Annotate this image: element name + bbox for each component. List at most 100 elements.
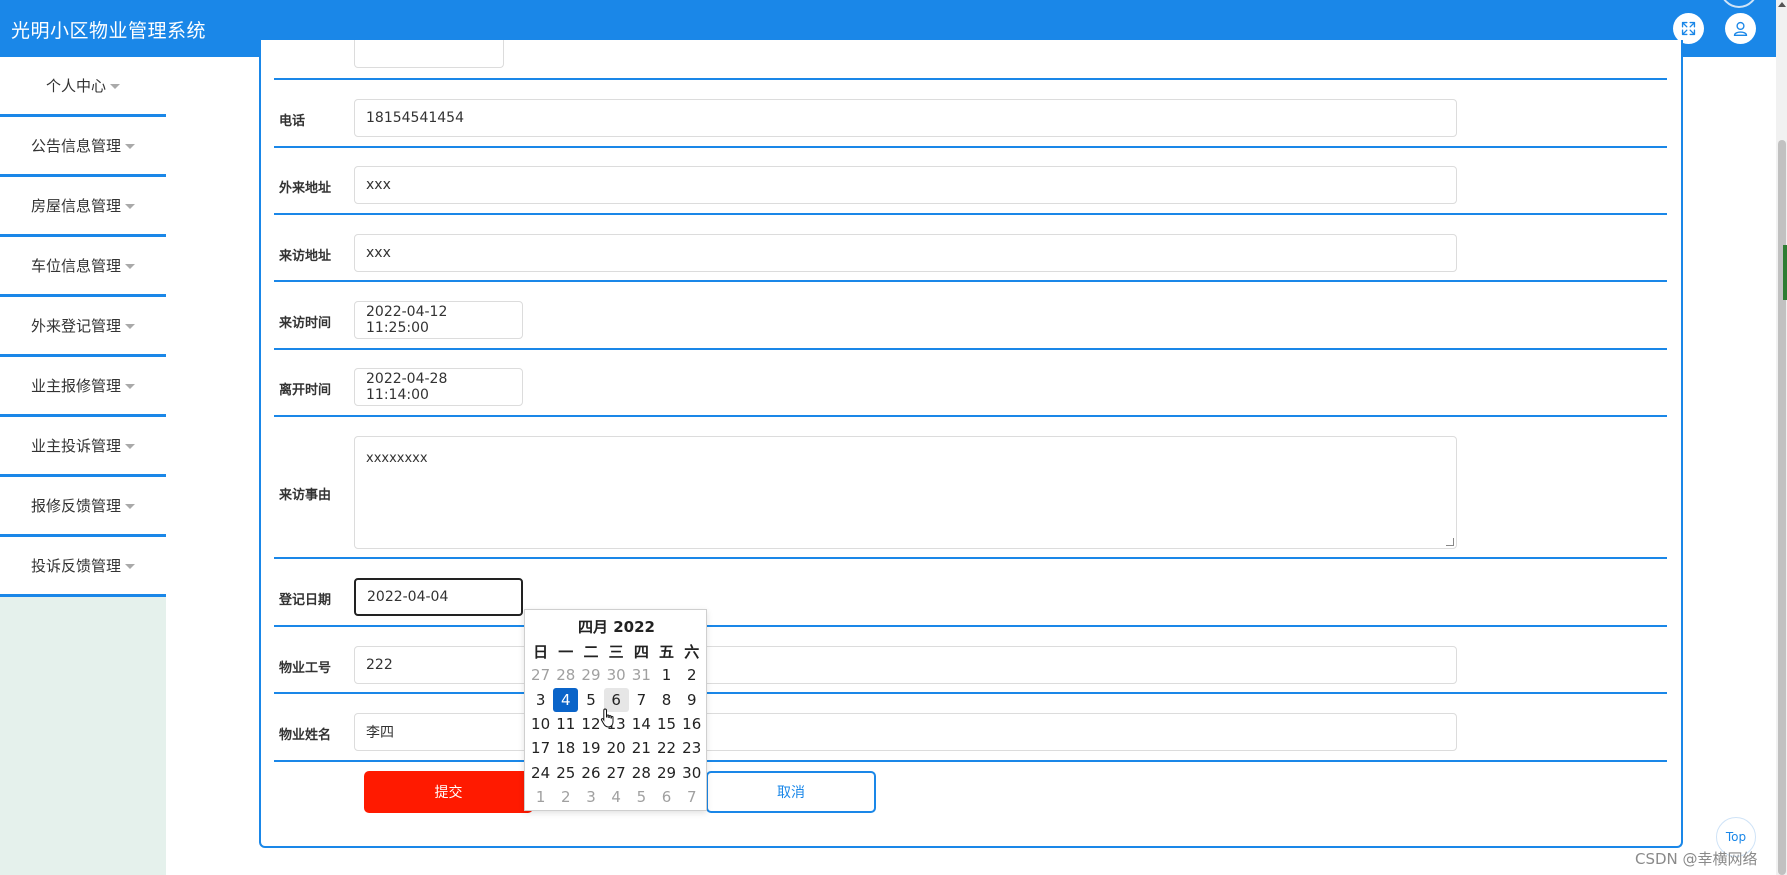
phone-input[interactable]: 18154541454 <box>354 99 1457 137</box>
calendar-day[interactable]: 22 <box>654 736 679 760</box>
row-divider <box>274 280 1667 282</box>
register-date-label: 登记日期 <box>279 593 332 608</box>
register-date-input[interactable]: 2022-04-04 <box>354 578 523 616</box>
avatar[interactable] <box>1720 0 1758 8</box>
staff-name-input[interactable]: 李四 <box>354 713 1457 751</box>
calendar-day[interactable]: 6 <box>654 785 679 809</box>
scroll-up-icon[interactable] <box>1778 2 1786 7</box>
sidebar-item-label: 报修反馈管理 <box>30 497 121 515</box>
visit-reason-label: 来访事由 <box>279 488 332 503</box>
weekday-header: 三 <box>608 642 624 661</box>
expand-icon <box>1681 21 1696 36</box>
sidebar-item-parking[interactable]: 车位信息管理 <box>0 237 166 297</box>
sidebar-item-houses[interactable]: 房屋信息管理 <box>0 177 166 237</box>
calendar-day[interactable]: 7 <box>629 688 654 712</box>
calendar-day[interactable]: 19 <box>578 736 603 760</box>
calendar-day[interactable]: 10 <box>528 712 553 736</box>
calendar-day[interactable]: 8 <box>654 688 679 712</box>
partial-input[interactable] <box>354 40 504 68</box>
hand-cursor-icon <box>600 708 614 728</box>
caret-down-icon <box>125 204 135 209</box>
sidebar-item-label: 个人中心 <box>45 77 106 95</box>
visit-time-input[interactable]: 2022-04-12 11:25:00 <box>354 301 523 339</box>
calendar-grid: 日一二三四五六 27 28 29 30 31 1 2 3 4 5 6 7 8 9 10 11 12 13 14 15 16… <box>528 639 705 809</box>
calendar-day[interactable]: 17 <box>528 736 553 760</box>
visit-reason-textarea[interactable]: xxxxxxxx <box>354 436 1457 549</box>
sidebar-item-complaint-feedback[interactable]: 投诉反馈管理 <box>0 537 166 597</box>
sidebar-item-visitors[interactable]: 外来登记管理 <box>0 297 166 357</box>
row-divider <box>274 625 1667 627</box>
calendar-day[interactable]: 27 <box>528 663 553 687</box>
row-divider <box>274 213 1667 215</box>
caret-down-icon <box>110 84 120 89</box>
visit-reason-text: xxxxxxxx <box>366 451 428 466</box>
weekday-header: 一 <box>558 642 574 661</box>
app-title: 光明小区物业管理系统 <box>11 20 207 42</box>
calendar-day[interactable]: 4 <box>604 785 629 809</box>
calendar-day[interactable]: 15 <box>654 712 679 736</box>
calendar-day[interactable]: 31 <box>629 663 654 687</box>
calendar-day[interactable]: 21 <box>629 736 654 760</box>
calendar-day[interactable]: 2 <box>553 785 578 809</box>
calendar-day[interactable]: 5 <box>629 785 654 809</box>
date-picker-title: 四月 2022 <box>578 618 655 636</box>
calendar-day[interactable]: 29 <box>654 760 679 784</box>
calendar-day[interactable]: 1 <box>654 663 679 687</box>
calendar-day[interactable]: 9 <box>679 688 704 712</box>
calendar-day[interactable]: 20 <box>604 736 629 760</box>
sidebar-item-label: 业主报修管理 <box>30 377 121 395</box>
calendar-day[interactable]: 16 <box>679 712 704 736</box>
row-divider <box>274 692 1667 694</box>
calendar-day[interactable]: 24 <box>528 760 553 784</box>
staff-id-input[interactable]: 222 <box>354 646 1457 684</box>
calendar-day[interactable]: 26 <box>578 760 603 784</box>
calendar-day[interactable]: 28 <box>629 760 654 784</box>
user-button[interactable] <box>1725 13 1756 44</box>
sidebar-item-label: 业主投诉管理 <box>30 437 121 455</box>
leave-time-input[interactable]: 2022-04-28 11:14:00 <box>354 368 523 406</box>
weekday-header: 日 <box>533 642 549 661</box>
row-divider <box>274 348 1667 350</box>
row-divider <box>274 557 1667 559</box>
calendar-day[interactable]: 4 <box>553 687 579 712</box>
calendar-day[interactable]: 25 <box>553 760 578 784</box>
visit-address-input[interactable]: xxx <box>354 234 1457 272</box>
submit-button[interactable]: 提交 <box>364 771 533 813</box>
calendar-day[interactable]: 2 <box>679 663 704 687</box>
calendar-day[interactable]: 30 <box>604 663 629 687</box>
sidebar-item-repair-feedback[interactable]: 报修反馈管理 <box>0 477 166 537</box>
sidebar-item-profile[interactable]: 个人中心 <box>0 57 166 117</box>
calendar-day[interactable]: 27 <box>604 760 629 784</box>
sidebar-item-repairs[interactable]: 业主报修管理 <box>0 357 166 417</box>
sidebar-item-complaints[interactable]: 业主投诉管理 <box>0 417 166 477</box>
calendar-day[interactable]: 3 <box>578 785 603 809</box>
calendar-day[interactable]: 3 <box>528 688 553 712</box>
calendar-day[interactable]: 28 <box>553 663 578 687</box>
visit-address-label: 来访地址 <box>279 249 332 264</box>
visitor-address-input[interactable]: xxx <box>354 166 1457 204</box>
resize-grip-icon[interactable] <box>1446 538 1454 546</box>
row-divider <box>274 146 1667 148</box>
weekday-header: 二 <box>583 642 599 661</box>
row-divider <box>274 760 1667 762</box>
edge-marker <box>1783 245 1787 300</box>
calendar-day[interactable]: 14 <box>629 712 654 736</box>
sidebar-item-label: 外来登记管理 <box>30 317 121 335</box>
caret-down-icon <box>125 504 135 509</box>
caret-down-icon <box>125 144 135 149</box>
sidebar-item-label: 投诉反馈管理 <box>30 557 121 575</box>
sidebar-item-notices[interactable]: 公告信息管理 <box>0 117 166 177</box>
calendar-day[interactable]: 29 <box>578 663 603 687</box>
calendar-day[interactable]: 23 <box>679 736 704 760</box>
caret-down-icon <box>125 324 135 329</box>
calendar-day[interactable]: 18 <box>553 736 578 760</box>
calendar-day[interactable]: 7 <box>679 785 704 809</box>
calendar-day[interactable]: 11 <box>553 712 578 736</box>
cancel-button[interactable]: 取消 <box>706 771 876 813</box>
sidebar: 个人中心 公告信息管理 房屋信息管理 车位信息管理 外来登记管理 业主报修管理 … <box>0 57 166 875</box>
calendar-day[interactable]: 1 <box>528 785 553 809</box>
caret-down-icon <box>125 384 135 389</box>
calendar-day[interactable]: 30 <box>679 760 704 784</box>
sidebar-item-label: 房屋信息管理 <box>30 197 121 215</box>
weekday-header: 四 <box>633 642 649 661</box>
